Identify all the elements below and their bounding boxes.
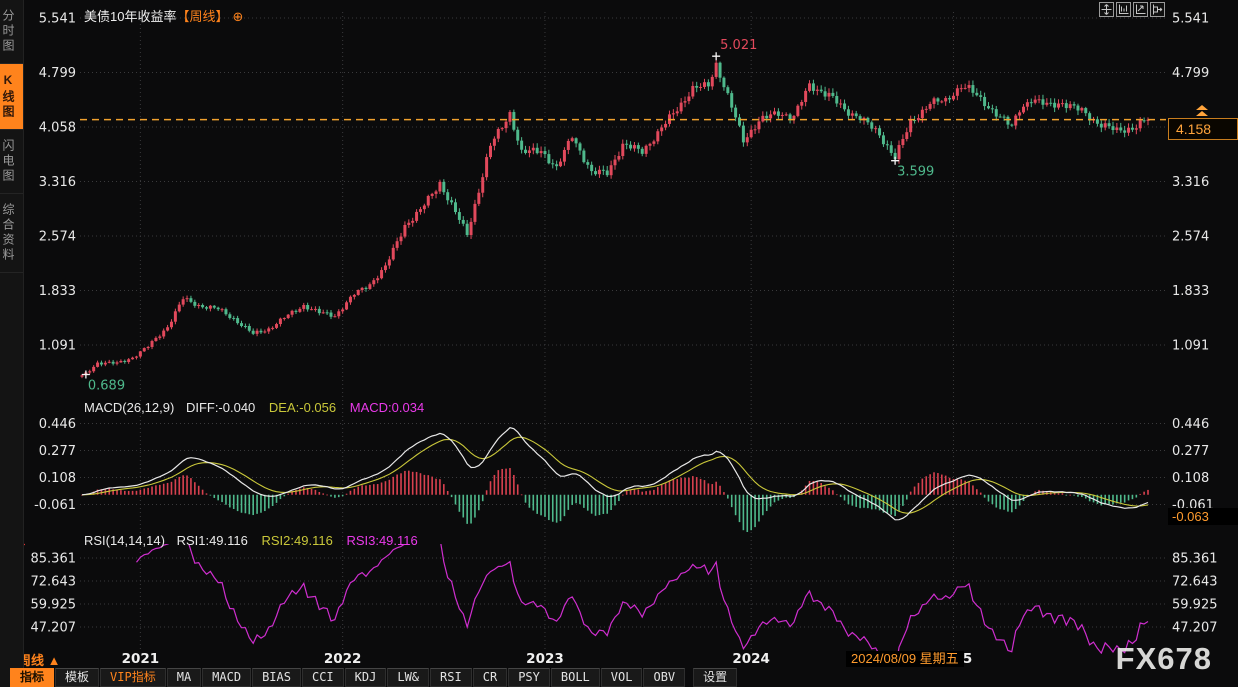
add-indicator-icon[interactable]: ⊕ bbox=[232, 9, 243, 24]
y-axis-tick: 1.833 bbox=[39, 284, 76, 299]
sidebar-item-timechart[interactable]: 分时图 bbox=[0, 0, 23, 64]
chart-tools bbox=[1099, 2, 1165, 17]
toolbar-button-template[interactable]: 模板 bbox=[55, 668, 99, 687]
y-axis-tick: 47.207 bbox=[31, 621, 77, 636]
macd-params: MACD(26,12,9) bbox=[84, 400, 174, 415]
x-axis-year-label: 2023 bbox=[526, 651, 564, 667]
y-axis-tick: 59.925 bbox=[1172, 598, 1218, 613]
y-axis-tick: 0.446 bbox=[1172, 417, 1209, 432]
y-axis-tick: 1.833 bbox=[1172, 284, 1209, 299]
annotation-label: 5.021 bbox=[720, 38, 757, 53]
sidebar-item-profile[interactable]: 综合资料 bbox=[0, 194, 23, 273]
rsi1-value: RSI1:49.116 bbox=[177, 533, 248, 548]
toolbar-button-macd[interactable]: MACD bbox=[202, 668, 251, 687]
sidebar-item-flash[interactable]: 闪电图 bbox=[0, 130, 23, 194]
y-axis-tick: 3.316 bbox=[1172, 175, 1209, 190]
y-axis-tick: 4.799 bbox=[1172, 66, 1209, 81]
y-axis-tick: 2.574 bbox=[39, 230, 76, 245]
y-axis-tick: 72.643 bbox=[31, 575, 77, 590]
indicator-toolbar: 指标模板VIP指标MAMACDBIASCCIKDJLW&RSICRPSYBOLL… bbox=[0, 668, 1238, 687]
y-axis-tick: 4.799 bbox=[39, 66, 76, 81]
y-axis-tick: 0.108 bbox=[39, 471, 76, 486]
macd-diff-value: DIFF:-0.040 bbox=[186, 400, 255, 415]
toolbar-button-indicator[interactable]: 指标 bbox=[10, 668, 54, 687]
toolbar-button-cr[interactable]: CR bbox=[473, 668, 507, 687]
y-axis-tick: 3.316 bbox=[39, 175, 76, 190]
macd-series bbox=[81, 428, 1149, 533]
x-axis-year-label: 2022 bbox=[324, 651, 362, 667]
toolbar-button-kdj[interactable]: KDJ bbox=[345, 668, 387, 687]
macd-macd-value: MACD:0.034 bbox=[350, 400, 424, 415]
chart-canvas: 5.5415.5414.7994.7994.0584.0583.3163.316… bbox=[0, 0, 1238, 687]
toolbar-button-rsi[interactable]: RSI bbox=[430, 668, 472, 687]
y-axis-tick: 0.108 bbox=[1172, 471, 1209, 486]
axis-scale-icon[interactable] bbox=[1116, 2, 1131, 17]
macd-dea-value: DEA:-0.056 bbox=[269, 400, 336, 415]
rsi-header: RSI(14,14,14) RSI1:49.116 RSI2:49.116 RS… bbox=[84, 533, 418, 548]
price-marker-icon bbox=[1196, 105, 1208, 117]
y-axis-tick: 2.574 bbox=[1172, 230, 1209, 245]
rsi3-value: RSI3:49.116 bbox=[346, 533, 417, 548]
chart-type-sidebar: 分时图K线图闪电图综合资料 bbox=[0, 0, 24, 687]
macd-header: MACD(26,12,9) DIFF:-0.040 DEA:-0.056 MAC… bbox=[84, 400, 424, 415]
toolbar-button-psy[interactable]: PSY bbox=[508, 668, 550, 687]
y-axis-tick: 47.207 bbox=[1172, 621, 1218, 636]
sidebar-item-kline[interactable]: K线图 bbox=[0, 64, 23, 130]
y-axis-tick: 72.643 bbox=[1172, 575, 1218, 590]
axis-zoom-icon[interactable] bbox=[1133, 2, 1148, 17]
toolbar-button-lw[interactable]: LW& bbox=[387, 668, 429, 687]
annotation-label: 0.689 bbox=[88, 379, 125, 394]
last-price-tag: 4.158 bbox=[1168, 118, 1238, 140]
y-axis-tick: 5.541 bbox=[1172, 12, 1209, 27]
annotation-cross-icon bbox=[712, 52, 720, 60]
instrument-name: 美债10年收益率 bbox=[84, 9, 176, 24]
toolbar-button-bias[interactable]: BIAS bbox=[252, 668, 301, 687]
chart-title: 美债10年收益率【周线】 ⊕ bbox=[84, 6, 243, 25]
y-axis-tick: 59.925 bbox=[31, 598, 77, 613]
toolbar-button-settings[interactable]: 设置 bbox=[693, 668, 737, 687]
period-tag: 【周线】 bbox=[176, 9, 228, 24]
y-axis-tick: 1.091 bbox=[1172, 338, 1209, 353]
toolbar-button-boll[interactable]: BOLL bbox=[551, 668, 600, 687]
y-axis-tick: 5.541 bbox=[39, 12, 76, 27]
candlestick-series bbox=[81, 56, 1150, 378]
rsi2-value: RSI2:49.116 bbox=[262, 533, 333, 548]
y-axis-tick: 85.361 bbox=[31, 552, 77, 567]
y-axis-tick: -0.061 bbox=[34, 498, 76, 513]
y-axis-tick: 85.361 bbox=[1172, 552, 1218, 567]
x-axis-year-label: 2021 bbox=[122, 651, 160, 667]
crosshair-date-tag: 2024/08/09 星期五 bbox=[846, 651, 964, 667]
toolbar-button-vip-indicator[interactable]: VIP指标 bbox=[100, 668, 166, 687]
pan-tool-icon[interactable] bbox=[1099, 2, 1114, 17]
toolbar-button-vol[interactable]: VOL bbox=[601, 668, 643, 687]
y-axis-tick: 0.277 bbox=[39, 444, 76, 459]
y-axis-tick: 1.091 bbox=[39, 338, 76, 353]
toolbar-button-ma[interactable]: MA bbox=[167, 668, 201, 687]
x-axis-year-label: 2024 bbox=[732, 651, 770, 667]
y-axis-tick: 0.446 bbox=[39, 417, 76, 432]
toolbar-button-cci[interactable]: CCI bbox=[302, 668, 344, 687]
y-axis-tick: 4.058 bbox=[39, 120, 76, 135]
macd-last-value-tag: -0.063 bbox=[1168, 508, 1238, 525]
annotation-label: 3.599 bbox=[897, 165, 934, 180]
rsi-params: RSI(14,14,14) bbox=[84, 533, 165, 548]
trading-app-window: 5.5415.5414.7994.7994.0584.0583.3163.316… bbox=[0, 0, 1238, 687]
y-axis-tick: 0.277 bbox=[1172, 444, 1209, 459]
fit-chart-icon[interactable] bbox=[1150, 2, 1165, 17]
period-selector[interactable]: 周线 ▲ bbox=[18, 650, 61, 669]
toolbar-button-obv[interactable]: OBV bbox=[643, 668, 685, 687]
